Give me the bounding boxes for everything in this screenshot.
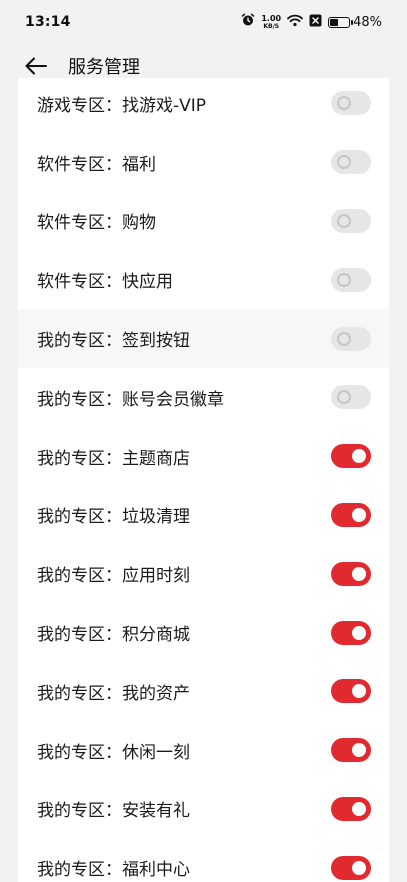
service-toggle[interactable]	[331, 326, 371, 351]
toggle-knob	[337, 331, 351, 346]
toggle-knob	[337, 96, 351, 111]
service-label: 我的专区：福利中心	[37, 860, 190, 881]
service-list-card: 游戏专区：找游戏-VIP 软件专区：福利 软件专区：购物 软件专区：快应用 我的专区：签…	[18, 78, 389, 882]
service-label: 软件专区：购物	[37, 213, 156, 234]
toggle-knob	[352, 860, 366, 875]
status-icons: 1.00 KB/S 48%	[241, 13, 382, 31]
sim-off-icon	[309, 14, 322, 31]
service-label: 我的专区：签到按钮	[37, 331, 190, 352]
service-toggle[interactable]	[331, 620, 371, 645]
service-toggle[interactable]	[331, 150, 371, 175]
toggle-knob	[352, 507, 366, 522]
battery-level	[330, 18, 339, 26]
service-label: 我的专区：安装有礼	[37, 801, 190, 822]
service-label: 我的专区：账号会员徽章	[37, 389, 224, 410]
service-toggle[interactable]	[331, 679, 371, 704]
service-toggle[interactable]	[331, 385, 371, 410]
toggle-knob	[337, 272, 351, 287]
service-row[interactable]: 我的专区：账号会员徽章	[18, 368, 389, 427]
service-row[interactable]: 我的专区：我的资产	[18, 662, 389, 721]
toggle-knob	[337, 213, 351, 228]
page-title: 服务管理	[68, 57, 140, 78]
service-row[interactable]: 我的专区：应用时刻	[18, 544, 389, 603]
service-row[interactable]: 我的专区：主题商店	[18, 427, 389, 486]
toggle-knob	[352, 801, 366, 816]
battery-icon	[328, 16, 354, 28]
service-toggle[interactable]	[331, 208, 371, 233]
service-label: 我的专区：休闲一刻	[37, 742, 190, 763]
toggle-knob	[352, 625, 366, 640]
service-row[interactable]: 软件专区：福利	[18, 133, 389, 192]
screen: 13:14 1.00 KB/S 48% 服务管理 游戏专区：找游戏-VIP 软件…	[0, 0, 407, 882]
service-row[interactable]: 我的专区：福利中心	[18, 838, 389, 882]
back-button[interactable]	[24, 54, 48, 78]
battery: 48%	[328, 15, 382, 30]
back-arrow-icon	[25, 57, 47, 75]
service-label: 软件专区：福利	[37, 154, 156, 175]
service-label: 我的专区：主题商店	[37, 448, 190, 469]
service-row[interactable]: 软件专区：快应用	[18, 250, 389, 309]
net-speed-unit: KB/S	[263, 22, 280, 30]
service-label: 我的专区：积分商城	[37, 625, 190, 646]
service-label: 软件专区：快应用	[37, 272, 173, 293]
toggle-knob	[352, 684, 366, 699]
net-speed-value: 1.00	[261, 13, 282, 23]
service-row[interactable]: 我的专区：垃圾清理	[18, 486, 389, 545]
service-list[interactable]: 游戏专区：找游戏-VIP 软件专区：福利 软件专区：购物 软件专区：快应用 我的专区：签…	[18, 78, 389, 882]
service-label: 游戏专区：找游戏-VIP	[37, 95, 207, 116]
service-toggle[interactable]	[331, 444, 371, 469]
alarm-icon	[241, 13, 255, 31]
status-time: 13:14	[25, 14, 71, 30]
toggle-knob	[337, 155, 351, 170]
service-row[interactable]: 软件专区：购物	[18, 192, 389, 251]
service-label: 我的专区：应用时刻	[37, 566, 190, 587]
service-row[interactable]: 我的专区：签到按钮	[18, 309, 389, 368]
net-speed: 1.00 KB/S	[261, 13, 282, 30]
wifi-icon	[287, 14, 303, 31]
service-toggle[interactable]	[331, 502, 371, 527]
service-row[interactable]: 我的专区：积分商城	[18, 603, 389, 662]
service-toggle[interactable]	[331, 561, 371, 586]
battery-percent: 48%	[353, 14, 382, 30]
service-toggle[interactable]	[331, 91, 371, 116]
toggle-knob	[352, 566, 366, 581]
service-label: 我的专区：垃圾清理	[37, 507, 190, 528]
service-toggle[interactable]	[331, 796, 371, 821]
service-label: 我的专区：我的资产	[37, 683, 190, 704]
toggle-knob	[337, 390, 351, 405]
service-toggle[interactable]	[331, 738, 371, 763]
service-row[interactable]: 我的专区：休闲一刻	[18, 721, 389, 780]
toggle-knob	[352, 449, 366, 464]
status-bar: 13:14 1.00 KB/S 48%	[0, 0, 407, 44]
service-row[interactable]: 我的专区：安装有礼	[18, 780, 389, 839]
service-toggle[interactable]	[331, 267, 371, 292]
service-toggle[interactable]	[331, 855, 371, 880]
service-row[interactable]: 游戏专区：找游戏-VIP	[18, 78, 389, 133]
toggle-knob	[352, 743, 366, 758]
